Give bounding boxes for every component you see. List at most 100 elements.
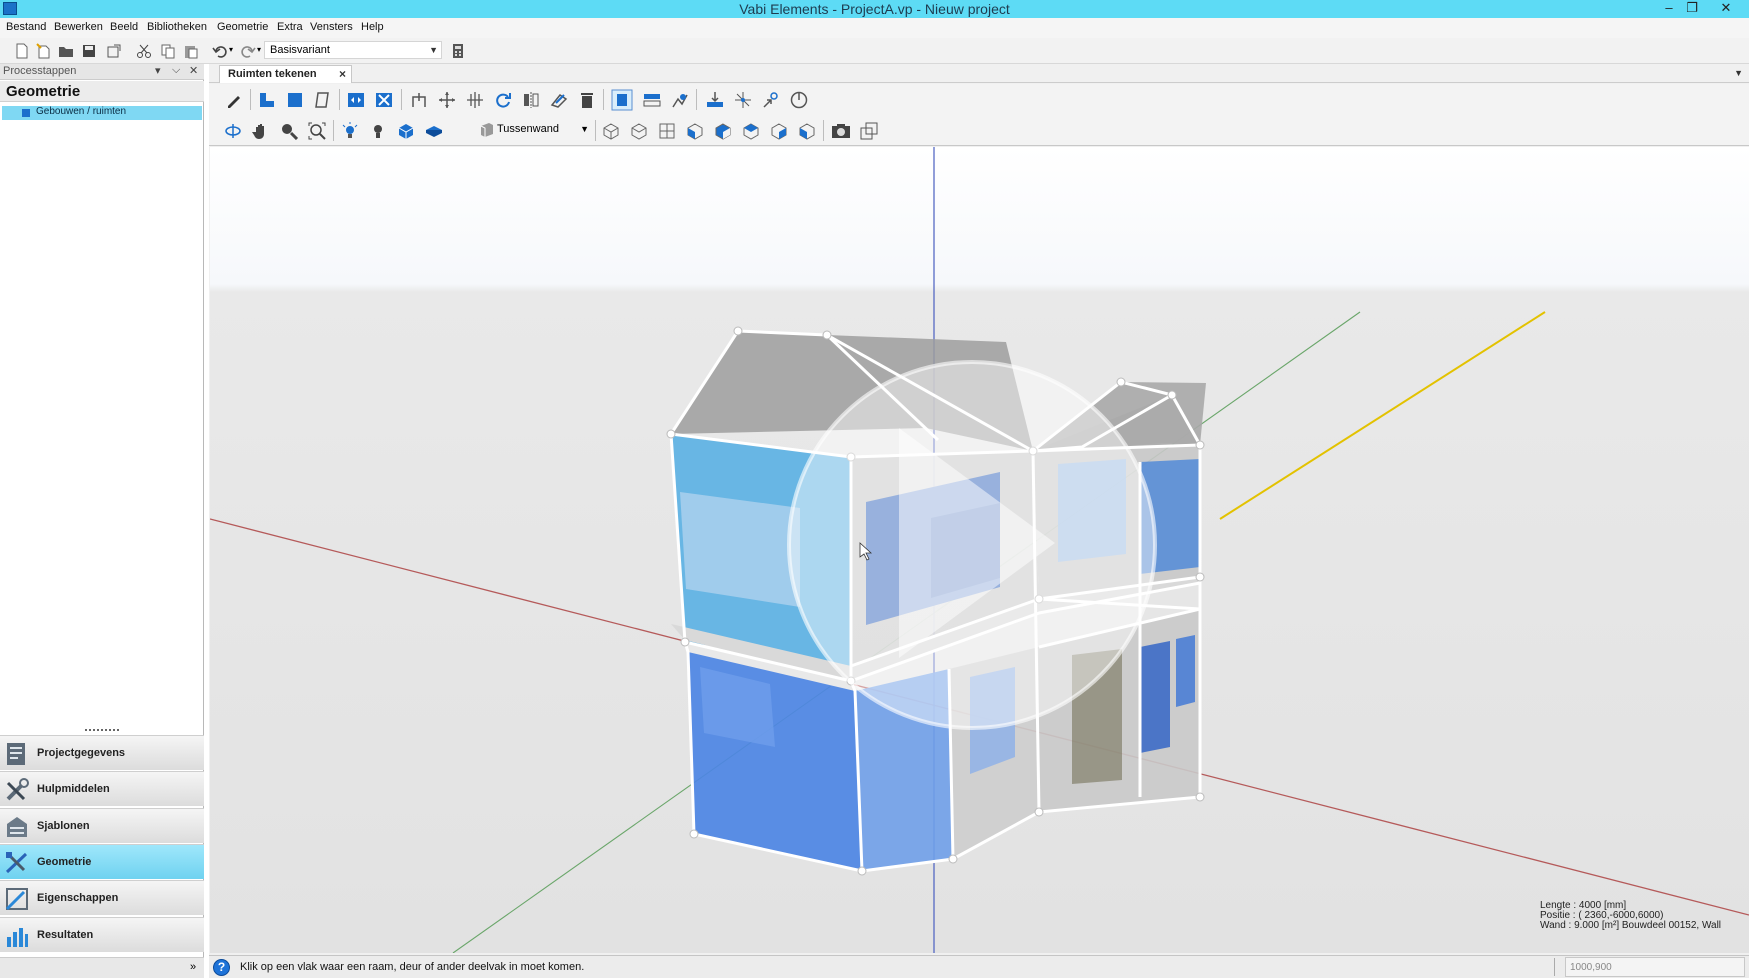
panel-close-icon[interactable]: ✕ [189, 64, 198, 77]
split-cross-icon[interactable] [375, 91, 393, 109]
draw-room-polygon-icon[interactable] [314, 91, 332, 109]
orbit-icon[interactable] [224, 122, 242, 140]
view-top-icon[interactable] [658, 122, 676, 140]
templates-icon [7, 817, 27, 837]
restore-button[interactable]: ❐ [1678, 0, 1706, 17]
save-icon[interactable] [81, 43, 97, 59]
shading-icon[interactable] [671, 91, 689, 109]
view-iso-icon[interactable] [798, 122, 816, 140]
view-side-icon[interactable] [714, 122, 732, 140]
snap-icon[interactable] [734, 91, 752, 109]
snap-settings-icon[interactable] [762, 91, 780, 109]
draw-pencil-icon[interactable] [225, 91, 243, 109]
close-button[interactable]: ✕ [1712, 0, 1740, 17]
light-bulb-rays-icon[interactable] [341, 122, 359, 140]
draw-room-lshape-icon[interactable] [258, 91, 276, 109]
split-horizontal-icon[interactable] [347, 91, 365, 109]
nav-label: Resultaten [37, 929, 94, 941]
variant-select[interactable]: Basisvariant ▼ [264, 41, 442, 59]
y-axis-positive [1219, 311, 1546, 520]
measure-icon[interactable] [410, 91, 428, 109]
nav-eigenschappen[interactable]: Eigenschappen [0, 880, 204, 915]
tree-item-label: Gebouwen / ruimten [36, 106, 127, 117]
wall-type-select[interactable]: Tussenwand ▼ [479, 122, 591, 139]
menu-help[interactable]: Help [361, 21, 384, 33]
mirror-icon[interactable] [522, 91, 540, 109]
help-icon[interactable]: ? [213, 959, 230, 976]
nav-projectgegevens[interactable]: Projectgegevens [0, 735, 204, 770]
nav-resultaten[interactable]: Resultaten [0, 917, 204, 952]
tab-dropdown-icon[interactable]: ▼ [1734, 68, 1743, 78]
chevron-down-icon: ▼ [580, 124, 589, 134]
wall-icon [480, 123, 493, 137]
menu-beeld[interactable]: Beeld [110, 21, 138, 33]
undo-icon[interactable] [212, 43, 228, 59]
3d-viewport[interactable] [210, 147, 1749, 953]
nav-label: Hulpmiddelen [37, 783, 110, 795]
nav-label: Eigenschappen [37, 892, 119, 904]
paste-icon[interactable] [183, 43, 199, 59]
info-wall: Wand : 9.000 [m²] Bouwdeel 00152, Wall [1540, 920, 1722, 931]
nav-geometrie[interactable]: Geometrie [0, 844, 204, 879]
tree-item-buildings[interactable]: Gebouwen / ruimten [2, 106, 202, 120]
camera-icon[interactable] [831, 122, 851, 140]
calculator-icon[interactable] [450, 43, 466, 59]
tab-ruimten-tekenen[interactable]: Ruimten tekenen × [219, 65, 352, 83]
nav-overflow-bar: » [0, 957, 204, 978]
menu-bibliotheken[interactable]: Bibliotheken [147, 21, 207, 33]
view-hidden-line-icon[interactable] [630, 122, 648, 140]
view-wireframe-icon[interactable] [602, 122, 620, 140]
menu-bestand[interactable]: Bestand [6, 21, 46, 33]
compass-icon[interactable] [790, 91, 808, 109]
new-file-icon[interactable] [14, 43, 30, 59]
panel-dropdown-icon[interactable]: ▾ [155, 64, 161, 77]
zoom-extents-icon[interactable] [308, 122, 326, 140]
standard-toolbar: ▾ ▾ Basisvariant ▼ [0, 38, 1749, 64]
nav-hulpmiddelen[interactable]: Hulpmiddelen [0, 771, 204, 806]
menu-vensters[interactable]: Vensters [310, 21, 353, 33]
draw-room-rect-icon[interactable] [286, 91, 304, 109]
light-bulb-icon[interactable] [369, 122, 387, 140]
new-project-icon[interactable] [36, 43, 52, 59]
roof-element-icon[interactable] [643, 91, 661, 109]
pan-hand-icon[interactable] [252, 122, 270, 140]
delete-icon[interactable] [578, 91, 596, 109]
menu-bar: Bestand Bewerken Beeld Bibliotheken Geom… [0, 18, 1749, 38]
open-folder-icon[interactable] [58, 43, 74, 59]
undo-dropdown-icon[interactable]: ▾ [229, 45, 233, 54]
rotate-icon[interactable] [494, 91, 512, 109]
nav-sjablonen[interactable]: Sjablonen [0, 808, 204, 843]
redo-icon[interactable] [240, 43, 256, 59]
nav-label: Projectgegevens [37, 747, 126, 759]
cut-icon[interactable] [136, 43, 152, 59]
pin-icon[interactable]: ⌵ [172, 64, 180, 77]
view-left-icon[interactable] [770, 122, 788, 140]
geometry-icon [5, 852, 28, 874]
copy-icon[interactable] [160, 43, 176, 59]
move-icon[interactable] [438, 91, 456, 109]
panel-header: Processtappen ▾ ⌵ ✕ [0, 64, 204, 80]
tab-close-icon[interactable]: × [339, 67, 346, 81]
edit-shape-icon[interactable] [550, 91, 568, 109]
chevron-double-down-icon[interactable]: » [190, 961, 196, 973]
view-front-icon[interactable] [686, 122, 704, 140]
drawing-toolbar [209, 84, 1749, 115]
view-back-icon[interactable] [742, 122, 760, 140]
cube-blue-icon[interactable] [397, 122, 415, 140]
zoom-icon[interactable] [280, 122, 298, 140]
splitter-grip[interactable] [85, 729, 119, 731]
menu-extra[interactable]: Extra [277, 21, 303, 33]
export-view-icon[interactable] [860, 122, 878, 140]
window-title: Vabi Elements - ProjectA.vp - Nieuw proj… [739, 1, 1010, 17]
menu-bewerken[interactable]: Bewerken [54, 21, 103, 33]
results-icon [7, 928, 28, 947]
move-grid-icon[interactable] [466, 91, 484, 109]
tab-strip: Ruimten tekenen × ▼ [209, 64, 1749, 83]
floor-level-icon[interactable] [706, 91, 724, 109]
redo-dropdown-icon[interactable]: ▾ [257, 45, 261, 54]
window-element-icon[interactable] [611, 89, 633, 111]
save-as-icon[interactable] [106, 43, 122, 59]
cube-floor-icon[interactable] [425, 122, 443, 140]
process-steps-panel: Processtappen ▾ ⌵ ✕ Geometrie Gebouwen /… [0, 64, 204, 978]
menu-geometrie[interactable]: Geometrie [217, 21, 268, 33]
